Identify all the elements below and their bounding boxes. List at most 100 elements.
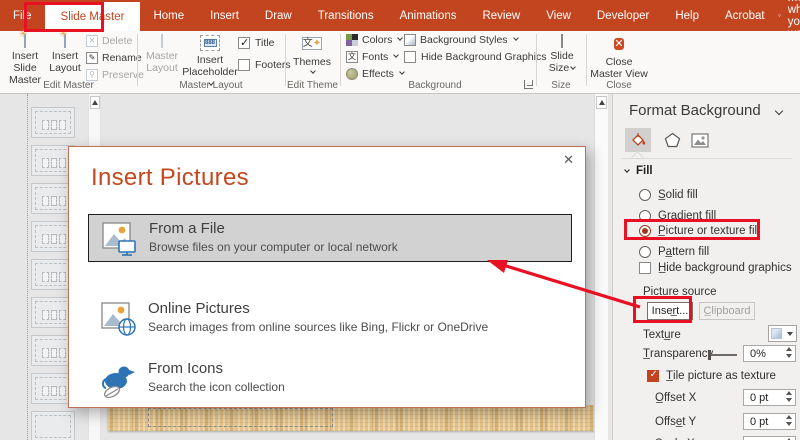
tab-acrobat[interactable]: Acrobat <box>712 0 778 31</box>
scroll-up-button[interactable] <box>596 96 607 109</box>
tab-slide-master[interactable]: Slide Master <box>44 2 141 31</box>
insert-layout-label: Insert <box>51 50 79 63</box>
solid-fill-option[interactable]: S̲olid fill <box>639 189 698 201</box>
solid-fill-label: S̲olid fill <box>658 189 698 201</box>
title-checkbox-label: Title <box>255 37 275 49</box>
chevron-down-icon <box>310 68 316 74</box>
fonts-button[interactable]: 文 Fonts <box>346 51 400 63</box>
pentagon-icon <box>664 132 680 148</box>
powerpoint-window: File Slide Master Home Insert Draw Trans… <box>0 0 800 440</box>
master-layout-label: Master <box>145 50 179 63</box>
tab-file[interactable]: File <box>0 0 45 31</box>
transparency-spinner[interactable]: 0% <box>743 345 796 362</box>
footers-checkbox[interactable] <box>238 59 250 71</box>
offset-y-label: Offse̲t Y <box>655 416 697 428</box>
group-label-master-layout: Master Layout <box>179 80 243 91</box>
scroll-up-button[interactable] <box>90 96 100 109</box>
scale-x-spinner[interactable]: 100% <box>743 436 796 440</box>
tab-home[interactable]: Home <box>140 0 197 31</box>
hide-background-graphics-checkbox[interactable] <box>639 262 651 274</box>
picture-tab-button[interactable] <box>687 128 713 152</box>
pattern-fill-option[interactable]: Pa̲ttern fill <box>639 246 709 258</box>
tab-transitions[interactable]: Transitions <box>305 0 387 31</box>
texture-label: Textu̲re <box>643 329 681 341</box>
background-styles-button[interactable]: Background Styles <box>404 34 519 46</box>
delete-icon: ✕ <box>86 35 98 47</box>
ribbon: ✳ Insert Slide Master ✳ Insert Layout ✕ … <box>0 29 800 94</box>
slide-size-label: Slide <box>550 50 574 63</box>
footers-checkbox-row[interactable]: Footers <box>238 59 291 71</box>
spin-up-icon <box>786 347 792 351</box>
format-background-pane: Format Background Fill S̲olid fill G̲rad… <box>612 94 800 440</box>
triangle-up-icon <box>92 100 98 105</box>
background-styles-icon <box>404 34 416 46</box>
tab-insert[interactable]: Insert <box>197 0 252 31</box>
triangle-up-icon <box>598 100 605 105</box>
pane-title: Format Background <box>629 102 761 119</box>
picture-file-icon <box>101 221 139 262</box>
tile-picture-option[interactable]: T̲ile picture as texture <box>647 369 776 382</box>
spin-up-icon <box>786 391 792 395</box>
hide-background-graphics-label: Hide Background Graphics <box>421 51 547 63</box>
slide-layout-thumbnail[interactable] <box>31 411 75 440</box>
insert-picture-button[interactable]: Inser̲t... <box>647 302 693 320</box>
bird-icon <box>100 361 140 406</box>
clipboard-button: C̲lipboard <box>699 302 755 320</box>
colors-label: Colors <box>362 34 393 46</box>
transparency-value: 0% <box>750 347 766 360</box>
background-dialog-launcher-icon[interactable] <box>524 80 533 89</box>
offset-y-spinner[interactable]: 0 pt <box>743 413 796 430</box>
title-checkbox[interactable] <box>238 36 250 49</box>
insert-slide-master-label: Insert Slide <box>11 50 39 75</box>
picture-or-texture-fill-option[interactable]: P̲icture or texture fill <box>639 225 760 237</box>
radio-unselected-icon[interactable] <box>639 246 651 258</box>
colors-button[interactable]: Colors <box>346 34 404 46</box>
title-checkbox-row[interactable]: Title <box>238 36 275 49</box>
tab-review[interactable]: Review <box>469 0 533 31</box>
tab-draw[interactable]: Draw <box>252 0 305 31</box>
tab-animations[interactable]: Animations <box>387 0 470 31</box>
effects-button[interactable]: Effects <box>346 68 405 80</box>
texture-thumbnail-icon <box>771 328 782 339</box>
picture-or-texture-fill-label: P̲icture or texture fill <box>658 225 760 237</box>
canvas-scrollbar[interactable] <box>594 94 608 440</box>
group-label-edit-master: Edit Master <box>43 80 94 91</box>
from-a-file-item[interactable]: From a File Browse files on your compute… <box>88 214 572 262</box>
chevron-down-icon[interactable] <box>774 106 784 116</box>
themes-icon: 文✦ <box>301 37 323 50</box>
slider-handle[interactable] <box>708 350 711 360</box>
tile-picture-checkbox-checked[interactable] <box>647 369 659 382</box>
transparency-slider[interactable] <box>708 350 737 360</box>
from-icons-title: From Icons <box>148 360 224 377</box>
gradient-fill-option[interactable]: G̲radient fill <box>639 210 716 222</box>
tab-help[interactable]: Help <box>662 0 712 31</box>
from-icons-item[interactable]: From Icons Search the icon collection <box>88 355 572 403</box>
slide-canvas[interactable] <box>108 405 596 431</box>
hide-background-graphics-checkbox[interactable] <box>404 51 416 63</box>
offset-x-label: O̲ffset X <box>655 392 697 404</box>
radio-unselected-icon[interactable] <box>639 210 651 222</box>
close-master-view-label: Close <box>605 56 633 68</box>
hide-background-graphics-row[interactable]: Hide Background Graphics <box>404 51 546 63</box>
close-icon[interactable]: ✕ <box>563 152 574 168</box>
tab-developer[interactable]: Developer <box>584 0 662 31</box>
radio-unselected-icon[interactable] <box>639 189 651 201</box>
delete-label: Delete <box>102 35 133 47</box>
delete-button: ✕ Delete <box>86 35 132 47</box>
slide-placeholder[interactable] <box>148 408 333 427</box>
effects-tab-button[interactable] <box>659 128 685 152</box>
online-pictures-item[interactable]: Online Pictures Search images from onlin… <box>88 295 572 343</box>
picture-source-label: Picture source <box>643 286 717 298</box>
radio-selected-icon[interactable] <box>639 225 651 237</box>
effects-icon <box>346 68 358 80</box>
offset-x-spinner[interactable]: 0 pt <box>743 389 796 406</box>
spin-up-icon <box>786 415 792 419</box>
fill-section-header[interactable]: Fill <box>623 165 653 177</box>
hide-background-graphics-option[interactable]: H̲ide background graphics <box>639 262 792 274</box>
slide-layout-thumbnail[interactable] <box>31 107 75 138</box>
tab-view[interactable]: View <box>533 0 584 31</box>
texture-dropdown[interactable] <box>768 325 797 342</box>
rename-button[interactable]: ✎ Rename <box>86 52 142 64</box>
group-label-size: Size <box>551 80 571 91</box>
fill-tab-button[interactable] <box>625 128 651 152</box>
